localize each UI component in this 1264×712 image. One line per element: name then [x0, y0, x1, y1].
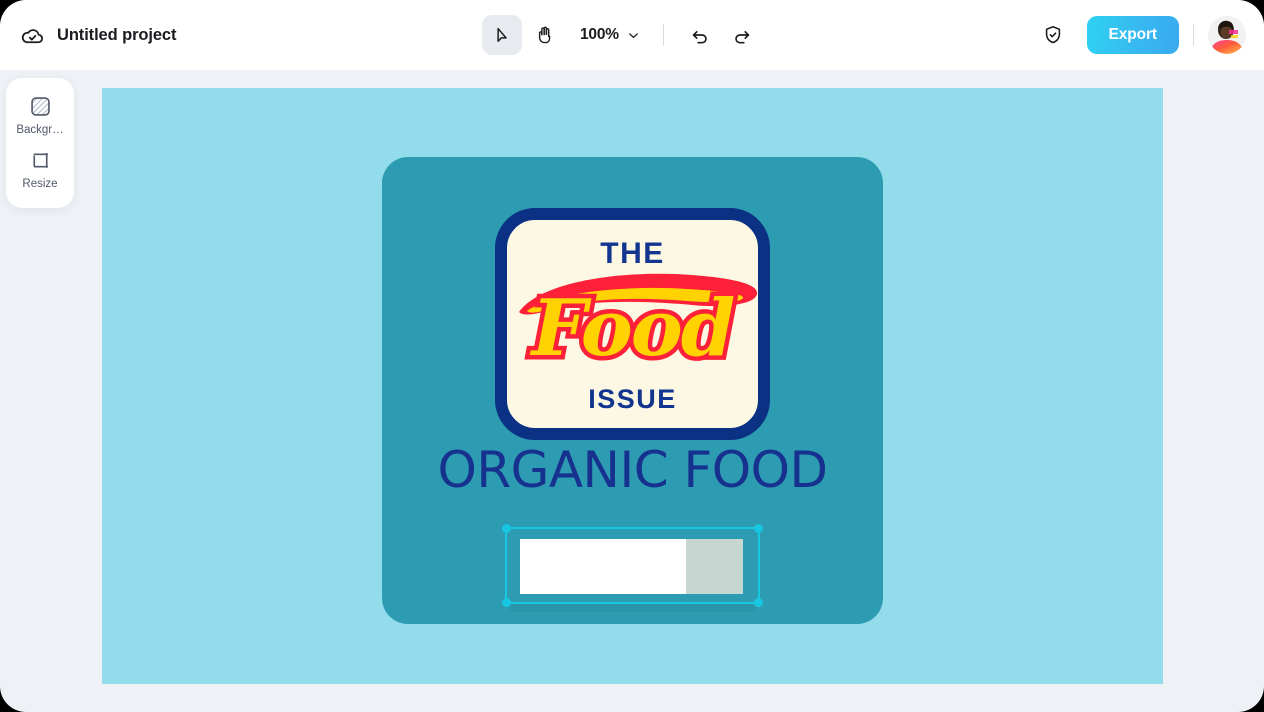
resize-handle-bottom-left[interactable] — [502, 598, 511, 607]
select-tool[interactable] — [482, 15, 522, 55]
background-pattern-icon — [29, 95, 52, 118]
redo-button[interactable] — [722, 15, 762, 55]
resize-handle-top-left[interactable] — [502, 524, 511, 533]
logo-script-group: Food — [507, 262, 758, 392]
sidebar-item-background[interactable]: Backgr… — [6, 88, 74, 142]
selection-drop-shadow — [510, 605, 755, 612]
selected-shape-gray[interactable] — [686, 539, 743, 594]
top-toolbar: Untitled project 100% Export — [0, 0, 1264, 70]
resize-handle-top-right[interactable] — [754, 524, 763, 533]
undo-button[interactable] — [680, 15, 720, 55]
sidebar-item-background-label: Backgr… — [16, 124, 64, 136]
app-window: Untitled project 100% Export Backgr… Res… — [0, 0, 1264, 712]
export-button[interactable]: Export — [1086, 16, 1179, 54]
selected-shape-white[interactable] — [520, 539, 686, 594]
project-title[interactable]: Untitled project — [57, 26, 177, 45]
sidebar-item-resize-label: Resize — [22, 178, 58, 190]
resize-handle-bottom-right[interactable] — [754, 598, 763, 607]
logo-script-text: Food — [527, 283, 740, 374]
chevron-down-icon — [626, 28, 641, 43]
shield-check-icon[interactable] — [1033, 15, 1073, 55]
hand-tool[interactable] — [524, 15, 564, 55]
toolbar-divider-2 — [1193, 24, 1194, 46]
poster-card[interactable]: THE Food ISSUE ORGANIC FOOD — [382, 157, 883, 624]
left-sidebar: Backgr… Resize — [6, 78, 74, 208]
topbar-center-group: 100% — [482, 0, 762, 70]
user-avatar[interactable] — [1208, 16, 1246, 54]
design-canvas[interactable]: THE Food ISSUE ORGANIC FOOD — [102, 88, 1163, 684]
zoom-control[interactable]: 100% — [574, 22, 647, 48]
toolbar-divider-1 — [662, 24, 664, 46]
selected-object-frame[interactable] — [502, 524, 763, 607]
poster-heading[interactable]: ORGANIC FOOD — [382, 445, 883, 495]
resize-frame-icon — [29, 149, 52, 172]
food-issue-logo[interactable]: THE Food ISSUE — [495, 208, 770, 440]
topbar-right-group: Export — [1033, 0, 1246, 70]
topbar-left-group: Untitled project — [20, 0, 177, 70]
zoom-level-label: 100% — [580, 26, 619, 43]
cloud-check-icon[interactable] — [20, 23, 45, 48]
sidebar-item-resize[interactable]: Resize — [6, 142, 74, 196]
logo-bottom-text: ISSUE — [588, 384, 677, 414]
